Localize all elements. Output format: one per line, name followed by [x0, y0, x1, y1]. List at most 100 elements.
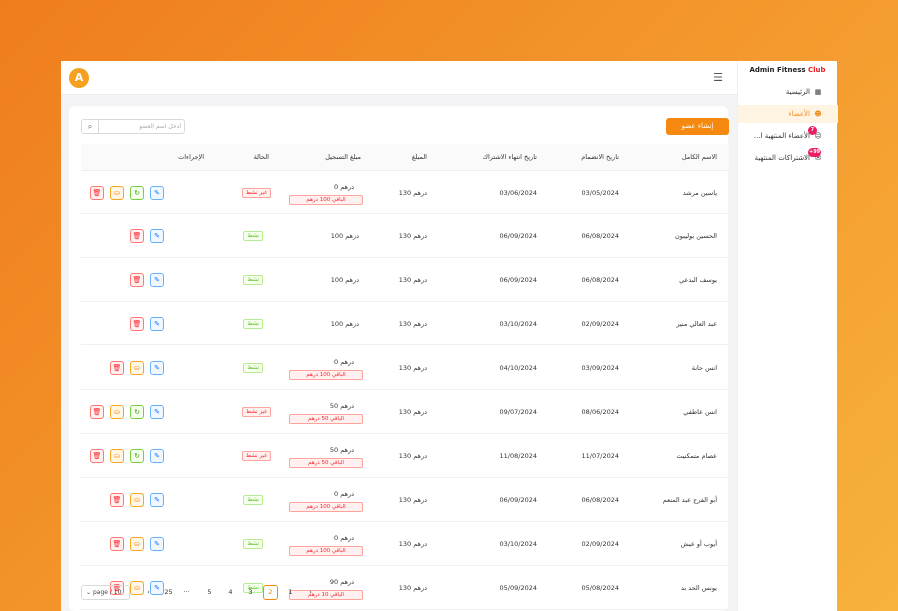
page-size-label: page / 10 [92, 589, 122, 596]
page-5[interactable]: 5 [202, 585, 217, 600]
remaining-amount-badge: الباقي 100 درهم [289, 370, 363, 380]
page-25[interactable]: 25 [161, 585, 176, 600]
table-row: عبد العالي منير 02/09/2024 03/10/2024 130 د… [81, 302, 729, 345]
remaining-amount-badge: الباقي 50 درهم [289, 414, 363, 424]
pagination: ⌄ page / 10 ‹ 25 ··· 5 4 3 2 1 › [81, 585, 381, 601]
amount: 130 درهم [398, 232, 427, 240]
registration-amount: 100 درهم [330, 232, 359, 240]
edit-button[interactable]: ✎ [150, 273, 164, 287]
member-name: يوسف البدعي [679, 276, 717, 284]
column-header-reg-amount: مبلغ التسجيل [325, 153, 361, 161]
amount: 130 درهم [398, 496, 427, 504]
edit-button[interactable]: ✎ [150, 317, 164, 331]
edit-button[interactable]: ✎ [150, 493, 164, 507]
table-row: ياسين مرشد 03/05/2024 03/06/2024 130 درهم 0 … [81, 171, 729, 214]
member-name: انس حانة [691, 364, 717, 372]
table-row: أبو الفرج عبد المنعم 06/08/2024 06/09/2024… [81, 478, 729, 522]
registration-amount: 0 درهم [334, 183, 354, 191]
payment-button[interactable]: ⛀ [130, 537, 144, 551]
edit-button[interactable]: ✎ [150, 537, 164, 551]
join-date: 05/08/2024 [581, 584, 619, 592]
delete-button[interactable]: 🗑 [130, 273, 144, 287]
amount: 130 درهم [398, 584, 427, 592]
end-date: 11/08/2024 [499, 452, 537, 460]
table-row: يوسف البدعي 06/08/2024 06/09/2024 130 درهم 1… [81, 258, 729, 302]
member-name: أبو الفرج عبد المنعم [662, 496, 717, 504]
users-icon: ☻ [814, 110, 822, 118]
status-badge: نشط [243, 231, 263, 241]
registration-amount: 50 درهم [329, 446, 354, 454]
end-date: 03/10/2024 [499, 540, 537, 548]
status-badge: نشط [243, 363, 263, 373]
end-date: 09/07/2024 [499, 408, 537, 416]
next-page-button[interactable]: › [303, 585, 318, 600]
page-3[interactable]: 3 [243, 585, 258, 600]
page-size-select[interactable]: ⌄ page / 10 [81, 585, 130, 600]
menu-fold-icon[interactable]: ☰ [713, 71, 723, 84]
edit-button[interactable]: ✎ [150, 405, 164, 419]
renew-button[interactable]: ↻ [130, 449, 144, 463]
registration-amount: 100 درهم [330, 320, 359, 328]
sidebar-item-members[interactable]: ☻ الأعضاء [738, 105, 838, 123]
sidebar-item-label: الرئيسية [785, 88, 810, 96]
delete-button[interactable]: 🗑 [90, 449, 104, 463]
registration-amount: 100 درهم [330, 276, 359, 284]
table-header: الاسم الكامل تاريخ الانضمام تاريخ انتهاء… [81, 144, 729, 171]
column-header-join-date: تاريخ الانضمام [581, 153, 619, 161]
join-date: 06/08/2024 [581, 232, 619, 240]
edit-button[interactable]: ✎ [150, 361, 164, 375]
expired-subscriptions-icon: ✉ 99+ [808, 148, 822, 162]
member-name: عصام متمكنيت [676, 452, 717, 460]
search-icon[interactable]: ⌕ [82, 120, 99, 133]
brand-accent: Club [808, 66, 826, 74]
user-avatar[interactable]: A [69, 68, 89, 88]
sidebar-item-label: الأعضاء المنتهية ا... [753, 132, 810, 140]
edit-button[interactable]: ✎ [150, 449, 164, 463]
registration-amount: 0 درهم [334, 358, 354, 366]
page-ellipsis[interactable]: ··· [179, 585, 194, 600]
edit-button[interactable]: ✎ [150, 229, 164, 243]
delete-button[interactable]: 🗑 [110, 493, 124, 507]
payment-button[interactable]: ⛀ [110, 405, 124, 419]
amount: 130 درهم [398, 540, 427, 548]
delete-button[interactable]: 🗑 [110, 537, 124, 551]
delete-button[interactable]: 🗑 [130, 229, 144, 243]
payment-button[interactable]: ⛀ [110, 186, 124, 200]
page-1[interactable]: 1 [283, 585, 298, 600]
payment-button[interactable]: ⛀ [110, 449, 124, 463]
sidebar-item-expired-subscriptions[interactable]: ✉ 99+ الاشتراكات المنتهية [738, 148, 838, 167]
column-header-amount: المبلغ [411, 153, 427, 161]
delete-button[interactable]: 🗑 [130, 317, 144, 331]
brand-logo: Admin Fitness Club [738, 66, 837, 74]
search-box: ⌕ [81, 119, 185, 134]
renew-button[interactable]: ↻ [130, 405, 144, 419]
status-badge: نشط [243, 319, 263, 329]
brand-main: Admin Fitness [749, 66, 806, 74]
search-input[interactable] [100, 120, 184, 133]
page-4[interactable]: 4 [223, 585, 238, 600]
end-date: 06/09/2024 [499, 276, 537, 284]
delete-button[interactable]: 🗑 [90, 186, 104, 200]
prev-page-button[interactable]: ‹ [141, 585, 156, 600]
payment-button[interactable]: ⛀ [130, 493, 144, 507]
join-date: 03/05/2024 [581, 189, 619, 197]
column-header-end-date: تاريخ انتهاء الاشتراك [482, 153, 537, 161]
end-date: 05/09/2024 [499, 584, 537, 592]
join-date: 11/07/2024 [581, 452, 619, 460]
end-date: 03/10/2024 [499, 320, 537, 328]
payment-button[interactable]: ⛀ [130, 361, 144, 375]
delete-button[interactable]: 🗑 [110, 361, 124, 375]
join-date: 06/08/2024 [581, 496, 619, 504]
page-2[interactable]: 2 [263, 585, 278, 600]
delete-button[interactable]: 🗑 [90, 405, 104, 419]
create-member-button[interactable]: إنشاء عضو [666, 118, 729, 135]
expired-members-icon: ☹ 7 [808, 126, 822, 140]
end-date: 06/09/2024 [499, 232, 537, 240]
renew-button[interactable]: ↻ [130, 186, 144, 200]
sidebar-item-expired-members[interactable]: ☹ 7 الأعضاء المنتهية ا... [738, 126, 838, 145]
end-date: 03/06/2024 [499, 189, 537, 197]
amount: 130 درهم [398, 276, 427, 284]
top-bar: A ☰ [61, 61, 737, 95]
edit-button[interactable]: ✎ [150, 186, 164, 200]
sidebar-item-home[interactable]: ▦ الرئيسية [738, 83, 838, 101]
